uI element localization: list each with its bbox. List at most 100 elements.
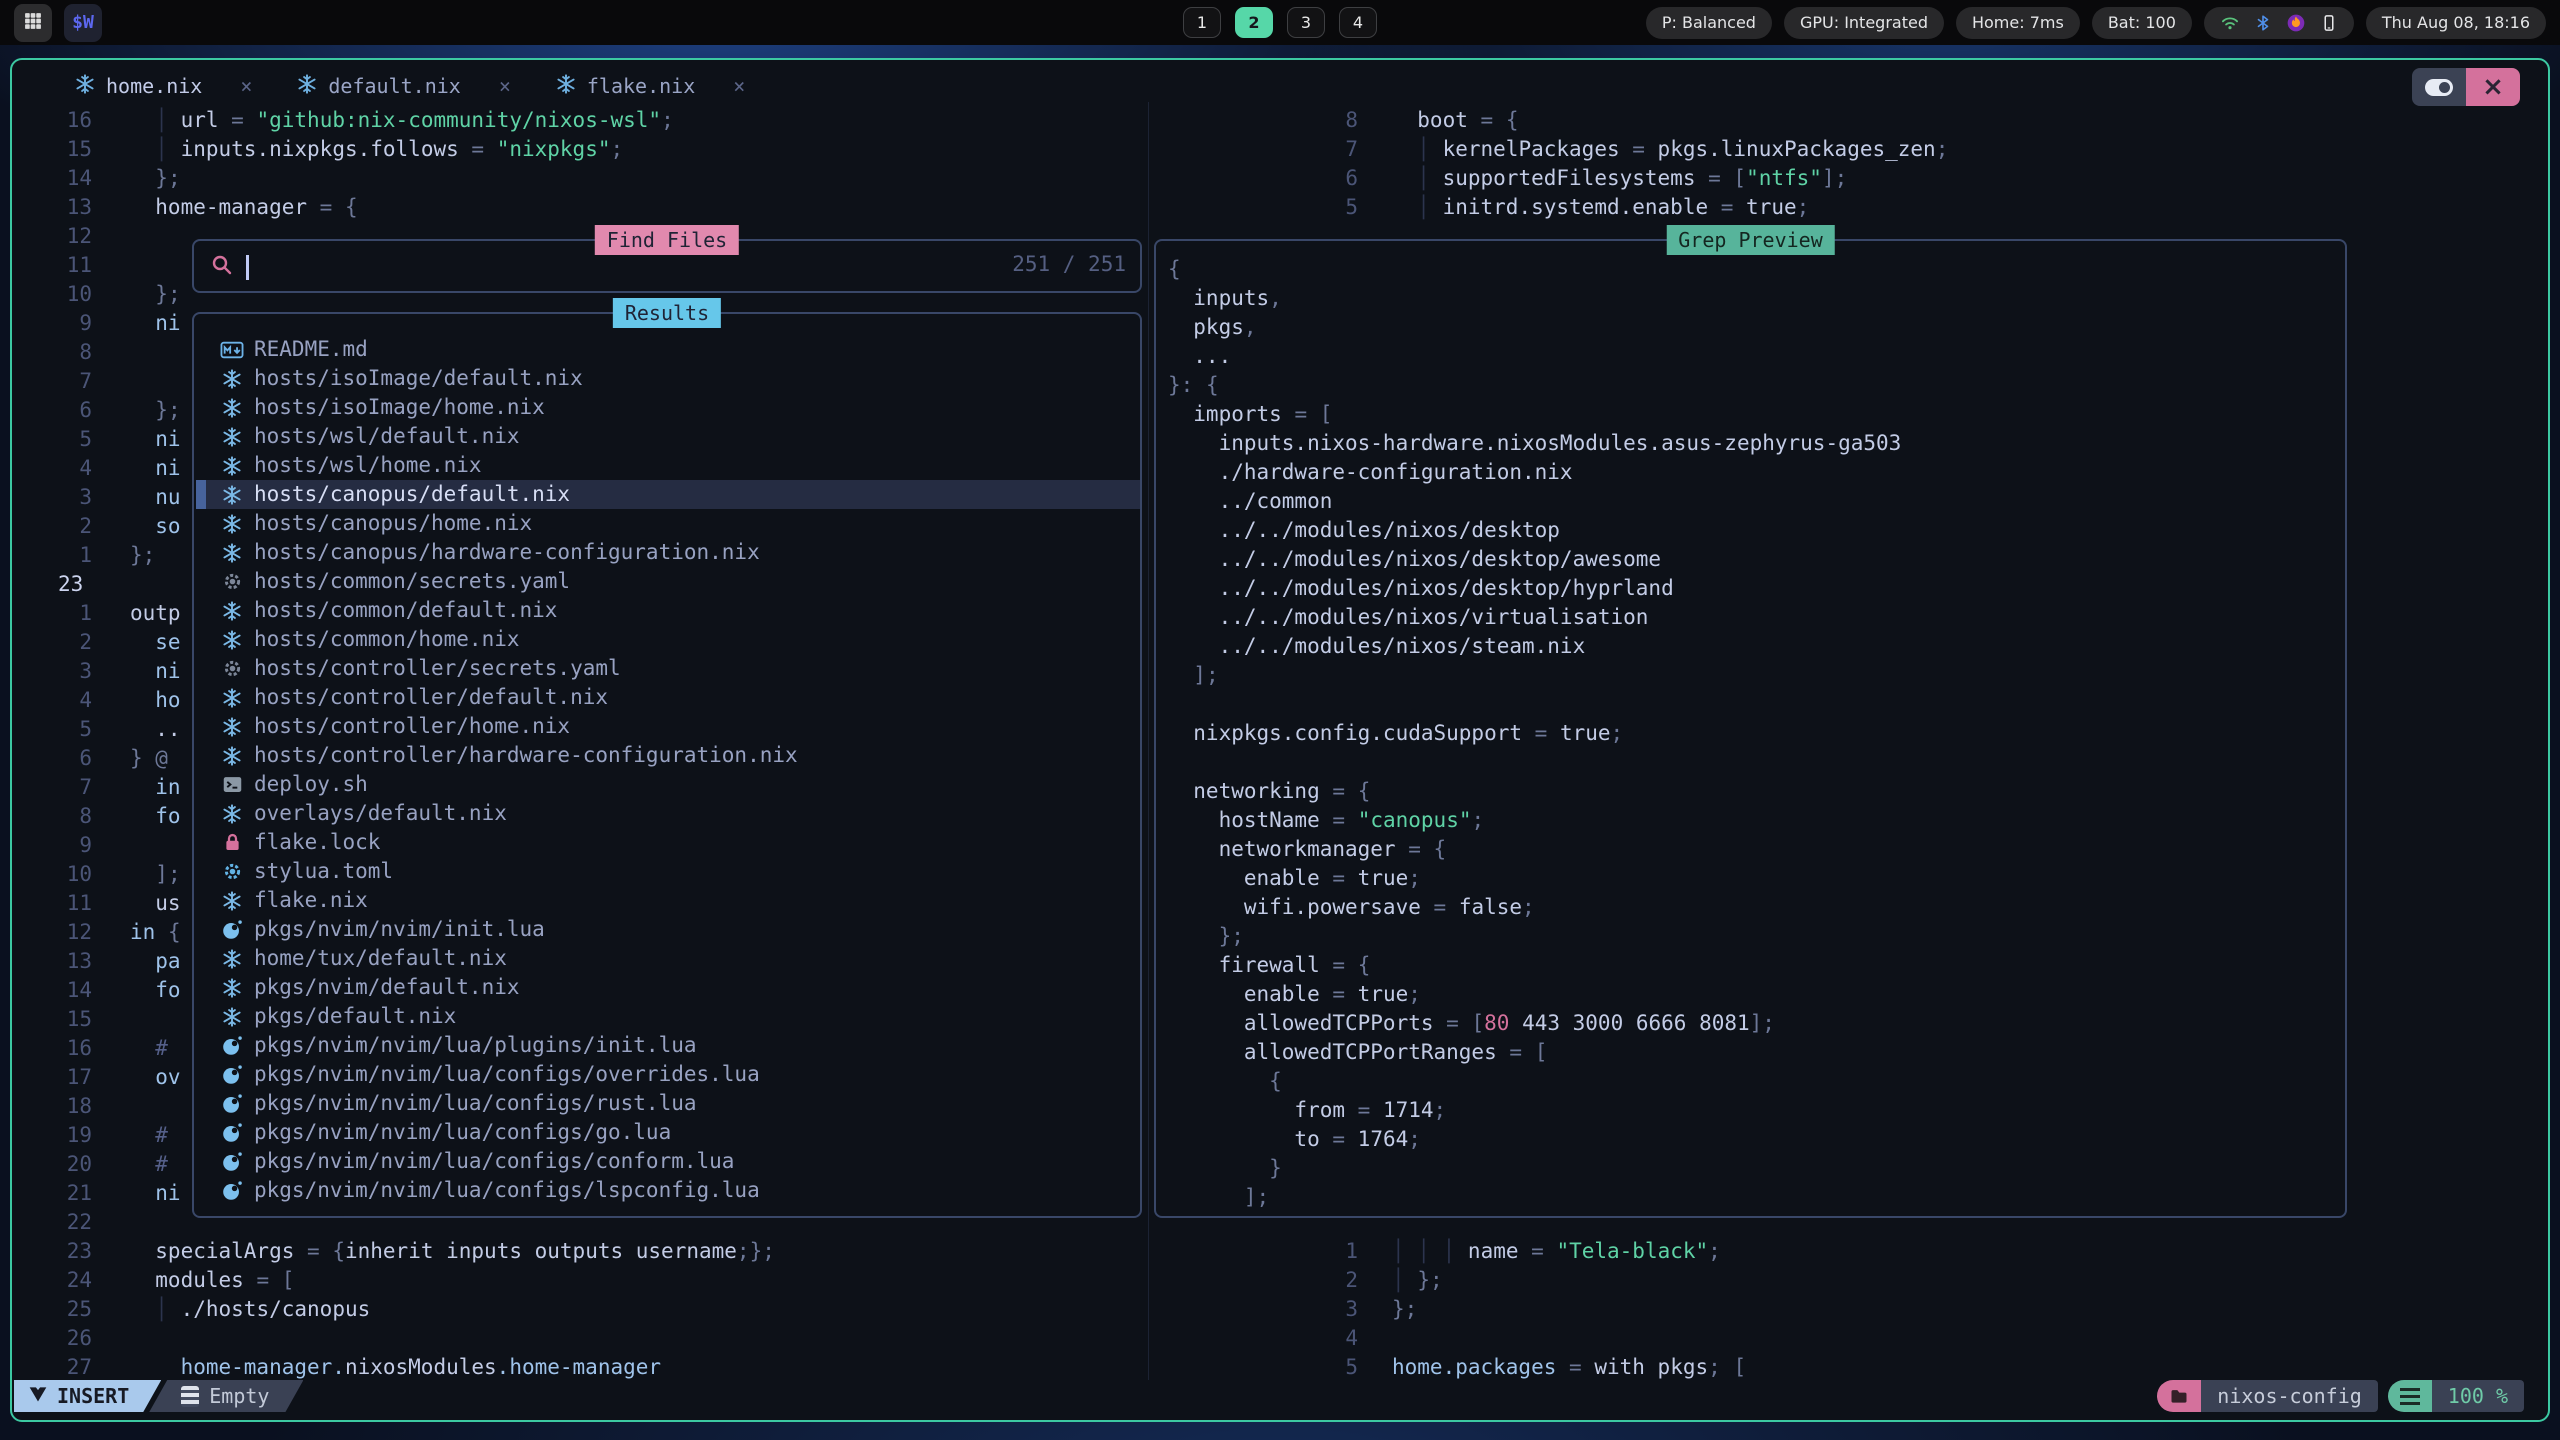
result-item[interactable]: hosts/controller/secrets.yaml <box>196 654 1140 683</box>
result-item[interactable]: hosts/controller/home.nix <box>196 712 1140 741</box>
code-line[interactable]: home.packages = with pkgs; [ <box>1392 1353 1746 1382</box>
code-line[interactable]: in { <box>130 918 181 947</box>
wifi-icon[interactable] <box>2220 13 2240 33</box>
tab-home.nix[interactable]: home.nix× <box>74 73 252 100</box>
result-item[interactable]: pkgs/nvim/nvim/lua/configs/rust.lua <box>196 1089 1140 1118</box>
result-item[interactable]: pkgs/nvim/default.nix <box>196 973 1140 1002</box>
code-line[interactable]: }; <box>130 541 155 570</box>
result-item[interactable]: README.md <box>196 335 1140 364</box>
code-line[interactable]: pa <box>130 947 181 976</box>
code-line[interactable]: │ ./hosts/canopus <box>130 1295 370 1324</box>
code-line[interactable]: fo <box>130 802 181 831</box>
window-close-button[interactable]: × <box>2466 68 2520 106</box>
result-item[interactable]: hosts/controller/default.nix <box>196 683 1140 712</box>
result-item[interactable]: hosts/canopus/default.nix <box>196 480 1140 509</box>
workspace-button-3[interactable]: 3 <box>1287 7 1325 38</box>
code-line[interactable]: }; <box>130 396 181 425</box>
result-item[interactable]: pkgs/nvim/nvim/lua/configs/overrides.lua <box>196 1060 1140 1089</box>
result-item[interactable]: hosts/controller/hardware-configuration.… <box>196 741 1140 770</box>
line-number: 5 <box>58 715 92 744</box>
bluetooth-icon[interactable] <box>2254 13 2272 33</box>
code-line[interactable]: nu <box>130 483 181 512</box>
code-line[interactable]: specialArgs = {inherit inputs outputs us… <box>130 1237 775 1266</box>
result-item[interactable]: stylua.toml <box>196 857 1140 886</box>
result-item[interactable]: flake.nix <box>196 886 1140 915</box>
wm-logo-button[interactable]: $W <box>64 4 102 42</box>
code-line[interactable]: se <box>130 628 181 657</box>
tab-close-icon[interactable]: × <box>499 74 511 98</box>
result-item[interactable]: hosts/canopus/hardware-configuration.nix <box>196 538 1140 567</box>
code-line[interactable]: } @ <box>130 744 168 773</box>
code-line[interactable]: home-manager.nixosModules.home-manager <box>130 1353 661 1382</box>
tab-default.nix[interactable]: default.nix× <box>296 73 511 100</box>
code-line[interactable]: us <box>130 889 181 918</box>
result-item[interactable]: pkgs/nvim/nvim/lua/plugins/init.lua <box>196 1031 1140 1060</box>
code-line[interactable]: }; <box>1392 1295 1417 1324</box>
result-item[interactable]: pkgs/nvim/nvim/lua/configs/lspconfig.lua <box>196 1176 1140 1205</box>
result-item[interactable]: pkgs/default.nix <box>196 1002 1140 1031</box>
code-line[interactable]: .. <box>130 715 181 744</box>
code-line[interactable]: }; <box>130 280 181 309</box>
code-line[interactable]: ]; <box>130 860 181 889</box>
code-line[interactable]: modules = [ <box>130 1266 294 1295</box>
status-pill[interactable]: Bat: 100 <box>2092 7 2192 39</box>
code-line[interactable]: fo <box>130 976 181 1005</box>
window-toggle-button[interactable] <box>2412 68 2466 106</box>
code-line[interactable]: boot = { <box>1392 106 1518 135</box>
code-line[interactable]: │ }; <box>1392 1266 1443 1295</box>
workspace-button-4[interactable]: 4 <box>1339 7 1377 38</box>
code-line[interactable]: in <box>130 773 181 802</box>
code-line[interactable]: ni <box>130 309 181 338</box>
result-item[interactable]: hosts/isoImage/home.nix <box>196 393 1140 422</box>
status-pill[interactable]: Home: 7ms <box>1956 7 2080 39</box>
code-line[interactable]: ho <box>130 686 181 715</box>
phone-icon[interactable] <box>2320 13 2338 33</box>
result-item[interactable]: hosts/common/secrets.yaml <box>196 567 1140 596</box>
app-launcher-button[interactable] <box>14 4 52 42</box>
result-item[interactable]: hosts/common/home.nix <box>196 625 1140 654</box>
workspace-button-1[interactable]: 1 <box>1183 7 1221 38</box>
code-line[interactable]: │ │ │ name = "Tela-black"; <box>1392 1237 1721 1266</box>
result-item[interactable]: hosts/common/default.nix <box>196 596 1140 625</box>
status-pill[interactable]: P: Balanced <box>1646 7 1772 39</box>
system-tray[interactable] <box>2204 7 2354 39</box>
code-line[interactable]: │ supportedFilesystems = ["ntfs"]; <box>1392 164 1847 193</box>
result-item[interactable]: deploy.sh <box>196 770 1140 799</box>
result-item[interactable]: pkgs/nvim/nvim/lua/configs/conform.lua <box>196 1147 1140 1176</box>
find-files-prompt[interactable]: Find Files 251 / 251 <box>192 239 1142 293</box>
code-line[interactable]: }; <box>130 164 181 193</box>
code-line[interactable]: │ url = "github:nix-community/nixos-wsl"… <box>130 106 674 135</box>
tab-close-icon[interactable]: × <box>240 74 252 98</box>
code-line[interactable]: ni <box>130 1179 181 1208</box>
code-line[interactable]: ov <box>130 1063 181 1092</box>
result-item[interactable]: pkgs/nvim/nvim/init.lua <box>196 915 1140 944</box>
clock-pill[interactable]: Thu Aug 08, 18:16 <box>2366 7 2546 39</box>
tab-close-icon[interactable]: × <box>733 74 745 98</box>
search-input[interactable] <box>210 253 261 281</box>
code-line[interactable]: # <box>130 1121 168 1150</box>
result-item[interactable]: overlays/default.nix <box>196 799 1140 828</box>
result-item[interactable]: hosts/wsl/default.nix <box>196 422 1140 451</box>
code-line[interactable]: │ initrd.systemd.enable = true; <box>1392 193 1809 222</box>
code-line[interactable]: so <box>130 512 181 541</box>
firefox-icon[interactable] <box>2286 13 2306 33</box>
preview-line: imports = [ <box>1168 400 1332 429</box>
result-item[interactable]: hosts/isoImage/default.nix <box>196 364 1140 393</box>
code-line[interactable]: ni <box>130 454 181 483</box>
code-line[interactable]: # <box>130 1150 168 1179</box>
result-item[interactable]: flake.lock <box>196 828 1140 857</box>
code-line[interactable]: │ kernelPackages = pkgs.linuxPackages_ze… <box>1392 135 1948 164</box>
code-line[interactable]: # <box>130 1034 168 1063</box>
code-line[interactable]: home-manager = { <box>130 193 358 222</box>
code-line[interactable]: outp <box>130 599 181 628</box>
status-pill[interactable]: GPU: Integrated <box>1784 7 1944 39</box>
tab-flake.nix[interactable]: flake.nix× <box>555 73 745 100</box>
result-item[interactable]: hosts/canopus/home.nix <box>196 509 1140 538</box>
code-line[interactable]: ni <box>130 657 181 686</box>
code-line[interactable]: ni <box>130 425 181 454</box>
result-item[interactable]: pkgs/nvim/nvim/lua/configs/go.lua <box>196 1118 1140 1147</box>
code-line[interactable]: │ inputs.nixpkgs.follows = "nixpkgs"; <box>130 135 623 164</box>
workspace-button-2[interactable]: 2 <box>1235 7 1273 38</box>
result-item[interactable]: hosts/wsl/home.nix <box>196 451 1140 480</box>
result-item[interactable]: home/tux/default.nix <box>196 944 1140 973</box>
